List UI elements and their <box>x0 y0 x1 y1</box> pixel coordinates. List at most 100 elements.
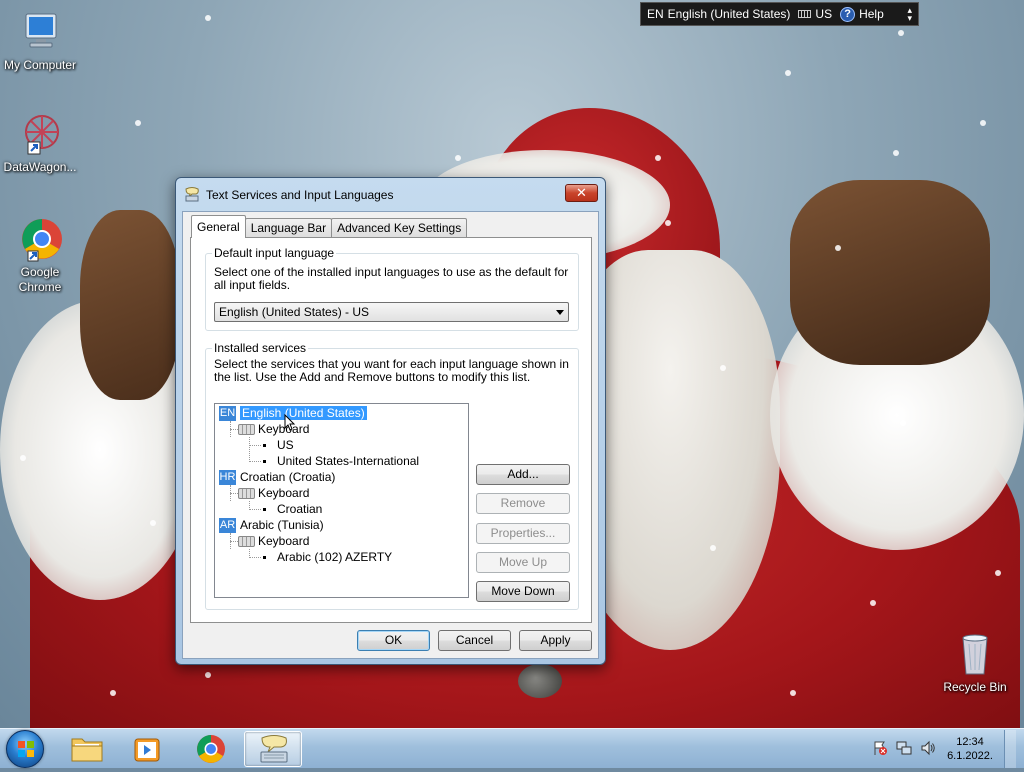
language-name: English (United States) <box>667 7 791 21</box>
taskbar-chrome-button[interactable] <box>182 731 240 767</box>
tree-item-layout[interactable]: Arabic (102) AZERTY <box>263 549 392 565</box>
clock[interactable]: 12:34 6.1.2022. <box>944 735 996 763</box>
volume-icon[interactable] <box>920 740 936 759</box>
general-tab-panel: Default input language Select one of the… <box>190 237 592 623</box>
remove-button[interactable]: Remove <box>476 493 570 514</box>
taskbar: 12:34 6.1.2022. <box>0 728 1024 768</box>
close-button[interactable]: ✕ <box>565 184 598 202</box>
taskbar-text-services-button[interactable] <box>244 731 302 767</box>
default-language-dropdown[interactable]: English (United States) - US <box>214 302 569 322</box>
move-down-button[interactable]: Move Down <box>476 581 570 602</box>
language-label: Arabic (Tunisia) <box>240 518 324 532</box>
group-description: Select the services that you want for ea… <box>214 357 569 384</box>
desktop-icon-google-chrome[interactable]: Google Chrome <box>0 215 80 295</box>
bullet-icon <box>263 555 266 559</box>
tree-item-category[interactable]: Keyboard <box>238 533 309 549</box>
keyboard-icon <box>798 10 812 18</box>
tab-advanced-key-settings[interactable]: Advanced Key Settings <box>331 218 468 238</box>
tree-item-category[interactable]: Keyboard <box>238 421 309 437</box>
tab-general[interactable]: General <box>191 215 246 238</box>
chrome-icon <box>197 735 225 763</box>
clock-time: 12:34 <box>956 736 984 748</box>
keyboard-chat-icon <box>260 735 288 763</box>
bullet-icon <box>263 443 266 447</box>
language-bar-options-icon[interactable]: ▴ ▾ <box>907 6 912 23</box>
keyboard-chat-icon <box>184 186 200 205</box>
desktop-icon-label: Recycle Bin <box>943 680 1007 694</box>
taskbar-media-player-button[interactable] <box>118 731 176 767</box>
category-label: Keyboard <box>258 534 310 548</box>
installed-services-tree[interactable]: EN English (United States) Keyboard US U… <box>214 403 469 598</box>
bullet-icon <box>263 507 266 511</box>
tab-language-bar[interactable]: Language Bar <box>244 218 333 238</box>
help-label: Help <box>859 7 884 21</box>
language-badge: EN <box>219 405 236 421</box>
keyboard-layout-label: US <box>815 7 833 21</box>
cancel-button[interactable]: Cancel <box>438 630 511 651</box>
tree-item-layout[interactable]: US <box>263 437 294 453</box>
group-title: Default input language <box>212 246 337 260</box>
properties-button[interactable]: Properties... <box>476 523 570 544</box>
desktop-icon-label: Google Chrome <box>18 265 62 294</box>
dialog-title: Text Services and Input Languages <box>206 188 394 202</box>
group-title: Installed services <box>212 341 309 355</box>
taskbar-explorer-button[interactable] <box>58 731 116 767</box>
action-center-flag-icon[interactable] <box>872 740 888 759</box>
move-up-button[interactable]: Move Up <box>476 552 570 573</box>
category-label: Keyboard <box>258 486 310 500</box>
show-desktop-button[interactable] <box>1004 730 1016 768</box>
keyboard-icon <box>238 535 255 547</box>
keyboard-icon <box>238 487 255 499</box>
keyboard-layout-indicator[interactable]: US <box>798 7 832 21</box>
media-player-icon <box>134 738 160 762</box>
installed-services-group: Installed services Select the services t… <box>205 341 579 610</box>
language-indicator[interactable]: EN English (United States) <box>647 7 790 21</box>
recycle-bin-icon <box>951 630 999 678</box>
chevron-down-icon <box>556 310 564 315</box>
help-button[interactable]: ? Help <box>840 6 884 22</box>
keyboard-icon <box>238 423 255 435</box>
add-button[interactable]: Add... <box>476 464 570 485</box>
dropdown-value: English (United States) - US <box>219 305 370 319</box>
tree-item-category[interactable]: Keyboard <box>238 485 309 501</box>
desktop-icon-label: DataWagon... <box>3 160 77 174</box>
language-badge: HR <box>219 469 236 485</box>
tree-item-layout[interactable]: United States-International <box>263 453 419 469</box>
language-label: English (United States) <box>240 406 367 420</box>
datawagon-icon <box>16 110 64 158</box>
wallpaper-left-glove <box>80 210 180 400</box>
layout-label: US <box>277 438 294 452</box>
windows-logo-icon <box>18 741 34 757</box>
clock-date: 6.1.2022. <box>947 750 993 762</box>
layout-label: Croatian <box>277 502 323 516</box>
tree-item-layout[interactable]: Croatian <box>263 501 322 517</box>
layout-label: Arabic (102) AZERTY <box>277 550 393 564</box>
computer-icon <box>16 8 64 56</box>
dialog-client-area: General Language Bar Advanced Key Settin… <box>182 211 599 659</box>
bullet-icon <box>263 459 266 463</box>
system-tray: 12:34 6.1.2022. <box>872 729 1024 769</box>
desktop-icon-label: My Computer <box>3 58 77 72</box>
start-button[interactable] <box>6 730 44 768</box>
dialog-titlebar[interactable]: Text Services and Input Languages <box>184 184 393 206</box>
apply-button[interactable]: Apply <box>519 630 592 651</box>
language-badge: AR <box>219 517 236 533</box>
desktop-icon-my-computer[interactable]: My Computer <box>0 8 80 73</box>
chrome-icon <box>16 215 64 263</box>
group-description: Select one of the installed input langua… <box>214 265 569 292</box>
language-bar[interactable]: EN English (United States) US ? Help ▴ ▾ <box>640 2 919 26</box>
text-services-dialog: Text Services and Input Languages ✕ Gene… <box>175 177 606 665</box>
tree-item-language-ar[interactable]: AR Arabic (Tunisia) <box>219 517 324 533</box>
tab-strip: General Language Bar Advanced Key Settin… <box>191 215 468 238</box>
wallpaper-coat-button <box>518 664 562 698</box>
desktop-icon-recycle-bin[interactable]: Recycle Bin <box>935 630 1015 695</box>
default-input-language-group: Default input language Select one of the… <box>205 246 579 331</box>
tree-item-language-hr[interactable]: HR Croatian (Croatia) <box>219 469 335 485</box>
mouse-cursor-icon <box>284 414 296 431</box>
help-icon: ? <box>840 6 856 22</box>
language-label: Croatian (Croatia) <box>240 470 336 484</box>
wallpaper-right-glove <box>790 180 990 365</box>
network-icon[interactable] <box>896 740 912 759</box>
ok-button[interactable]: OK <box>357 630 430 651</box>
desktop-icon-datawagon[interactable]: DataWagon... <box>0 110 80 175</box>
